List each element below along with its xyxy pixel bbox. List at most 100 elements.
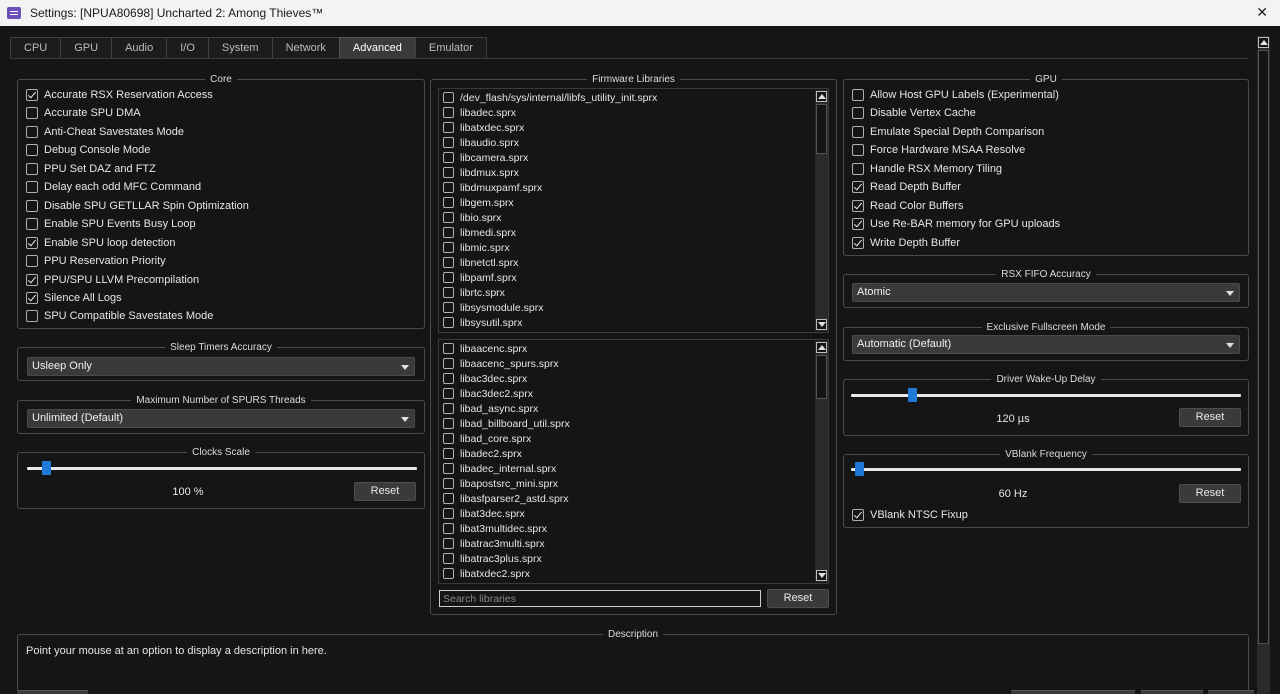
checkbox-icon[interactable] bbox=[443, 272, 454, 283]
checkbox-icon[interactable] bbox=[443, 538, 454, 549]
sleep-timers-select[interactable]: Usleep Only bbox=[27, 357, 415, 376]
bottom-button-1[interactable] bbox=[1011, 690, 1135, 694]
scroll-down-icon[interactable] bbox=[816, 570, 827, 581]
core-option[interactable]: PPU/SPU LLVM Precompilation bbox=[26, 272, 199, 288]
checkbox-icon[interactable] bbox=[443, 373, 454, 384]
checkbox-icon[interactable] bbox=[26, 162, 38, 175]
library-item[interactable]: libatrac3plus.sprx bbox=[439, 551, 815, 566]
scroll-up-icon[interactable] bbox=[816, 91, 827, 102]
checkbox-icon[interactable] bbox=[852, 181, 864, 194]
library-item[interactable]: libadec2.sprx bbox=[439, 446, 815, 461]
library-item[interactable]: libaacenc.sprx bbox=[439, 341, 815, 356]
checkbox-icon[interactable] bbox=[26, 255, 38, 268]
scroll-down-icon[interactable] bbox=[816, 319, 827, 330]
tab-i-o[interactable]: I/O bbox=[166, 37, 208, 59]
library-item[interactable]: libapostsrc_mini.sprx bbox=[439, 476, 815, 491]
page-scrollbar[interactable] bbox=[1257, 36, 1270, 694]
core-option[interactable]: Enable SPU Events Busy Loop bbox=[26, 216, 196, 232]
checkbox-icon[interactable] bbox=[26, 89, 38, 101]
core-option[interactable]: Delay each odd MFC Command bbox=[26, 179, 201, 195]
close-icon[interactable]: ✕ bbox=[1256, 4, 1268, 21]
library-item[interactable]: libac3dec.sprx bbox=[439, 371, 815, 386]
core-option[interactable]: Enable SPU loop detection bbox=[26, 235, 175, 251]
checkbox-icon[interactable] bbox=[443, 358, 454, 369]
core-option[interactable]: Disable SPU GETLLAR Spin Optimization bbox=[26, 198, 249, 214]
library-item[interactable]: libadec_internal.sprx bbox=[439, 461, 815, 476]
library-item[interactable]: libatxdec2.sprx bbox=[439, 566, 815, 581]
tab-network[interactable]: Network bbox=[271, 37, 339, 59]
firmware-reset-button[interactable]: Reset bbox=[767, 589, 829, 608]
core-option[interactable]: PPU Set DAZ and FTZ bbox=[26, 161, 156, 177]
checkbox-icon[interactable] bbox=[443, 92, 454, 103]
library-item[interactable]: libdmux.sprx bbox=[439, 165, 815, 180]
checkbox-icon[interactable] bbox=[852, 125, 864, 138]
core-option[interactable]: Accurate RSX Reservation Access bbox=[26, 87, 213, 103]
core-option[interactable]: Silence All Logs bbox=[26, 290, 122, 306]
checkbox-icon[interactable] bbox=[852, 89, 864, 101]
checkbox-icon[interactable] bbox=[443, 107, 454, 118]
tab-system[interactable]: System bbox=[207, 37, 272, 59]
rsx-fifo-select[interactable]: Atomic bbox=[852, 283, 1240, 302]
checkbox-icon[interactable] bbox=[26, 181, 38, 194]
library-item[interactable]: libad_billboard_util.sprx bbox=[439, 416, 815, 431]
checkbox-icon[interactable] bbox=[26, 291, 38, 304]
core-option[interactable]: PPU Reservation Priority bbox=[26, 253, 166, 269]
page-scrollbar-thumb[interactable] bbox=[1258, 50, 1269, 644]
gpu-option[interactable]: Emulate Special Depth Comparison bbox=[852, 124, 1044, 140]
spurs-threads-select[interactable]: Unlimited (Default) bbox=[27, 409, 415, 428]
gpu-option[interactable]: Read Depth Buffer bbox=[852, 179, 961, 195]
library-item[interactable]: librtc.sprx bbox=[439, 285, 815, 300]
bottom-button-3[interactable] bbox=[1208, 690, 1254, 694]
library-item[interactable]: libgem.sprx bbox=[439, 195, 815, 210]
library-item[interactable]: libasfparser2_astd.sprx bbox=[439, 491, 815, 506]
vblank-ntsc-fixup-checkbox[interactable]: VBlank NTSC Fixup bbox=[852, 507, 968, 523]
library-item[interactable]: /dev_flash/sys/internal/libfs_utility_in… bbox=[439, 90, 815, 105]
clocks-scale-reset-button[interactable]: Reset bbox=[354, 482, 416, 501]
library-item[interactable]: libsysutil.sprx bbox=[439, 315, 815, 330]
checkbox-icon[interactable] bbox=[852, 236, 864, 249]
library-item[interactable]: libad_async.sprx bbox=[439, 401, 815, 416]
checkbox-icon[interactable] bbox=[852, 199, 864, 212]
vblank-slider-handle[interactable] bbox=[854, 462, 864, 476]
checkbox-icon[interactable] bbox=[443, 137, 454, 148]
checkbox-icon[interactable] bbox=[443, 433, 454, 444]
library-item[interactable]: libad_core.sprx bbox=[439, 431, 815, 446]
checkbox-icon[interactable] bbox=[26, 273, 38, 286]
vblank-slider[interactable] bbox=[851, 468, 1241, 471]
scrollbar-thumb[interactable] bbox=[816, 104, 827, 154]
checkbox-icon[interactable] bbox=[443, 493, 454, 504]
tab-cpu[interactable]: CPU bbox=[10, 37, 61, 59]
checkbox-icon[interactable] bbox=[852, 144, 864, 157]
checkbox-icon[interactable] bbox=[443, 478, 454, 489]
gpu-option[interactable]: Read Color Buffers bbox=[852, 198, 963, 214]
library-item[interactable]: libaacenc_spurs.sprx bbox=[439, 356, 815, 371]
driver-wakeup-slider-handle[interactable] bbox=[908, 388, 918, 402]
firmware-list-1-scrollbar[interactable] bbox=[815, 90, 828, 331]
gpu-option[interactable]: Disable Vertex Cache bbox=[852, 105, 976, 121]
checkbox-icon[interactable] bbox=[26, 310, 38, 323]
scroll-up-icon[interactable] bbox=[816, 342, 827, 353]
gpu-option[interactable]: Allow Host GPU Labels (Experimental) bbox=[852, 87, 1059, 103]
core-option[interactable]: Debug Console Mode bbox=[26, 142, 150, 158]
library-item[interactable]: libcamera.sprx bbox=[439, 150, 815, 165]
checkbox-icon[interactable] bbox=[443, 553, 454, 564]
checkbox-icon[interactable] bbox=[443, 448, 454, 459]
checkbox-icon[interactable] bbox=[443, 167, 454, 178]
clocks-scale-slider-handle[interactable] bbox=[42, 461, 52, 475]
library-item[interactable]: libio.sprx bbox=[439, 210, 815, 225]
core-option[interactable]: Anti-Cheat Savestates Mode bbox=[26, 124, 184, 140]
scrollbar-thumb[interactable] bbox=[816, 355, 827, 399]
library-item[interactable]: libac3dec2.sprx bbox=[439, 386, 815, 401]
checkbox-icon[interactable] bbox=[443, 287, 454, 298]
firmware-list-2-scrollbar[interactable] bbox=[815, 341, 828, 582]
driver-wakeup-reset-button[interactable]: Reset bbox=[1179, 408, 1241, 427]
checkbox-icon[interactable] bbox=[443, 418, 454, 429]
tab-gpu[interactable]: GPU bbox=[60, 37, 112, 59]
checkbox-icon[interactable] bbox=[852, 162, 864, 175]
checkbox-icon[interactable] bbox=[26, 218, 38, 231]
vblank-reset-button[interactable]: Reset bbox=[1179, 484, 1241, 503]
library-item[interactable]: libsysmodule.sprx bbox=[439, 300, 815, 315]
checkbox-icon[interactable] bbox=[443, 508, 454, 519]
firmware-list-1[interactable]: /dev_flash/sys/internal/libfs_utility_in… bbox=[439, 90, 815, 332]
checkbox-icon[interactable] bbox=[852, 218, 864, 231]
